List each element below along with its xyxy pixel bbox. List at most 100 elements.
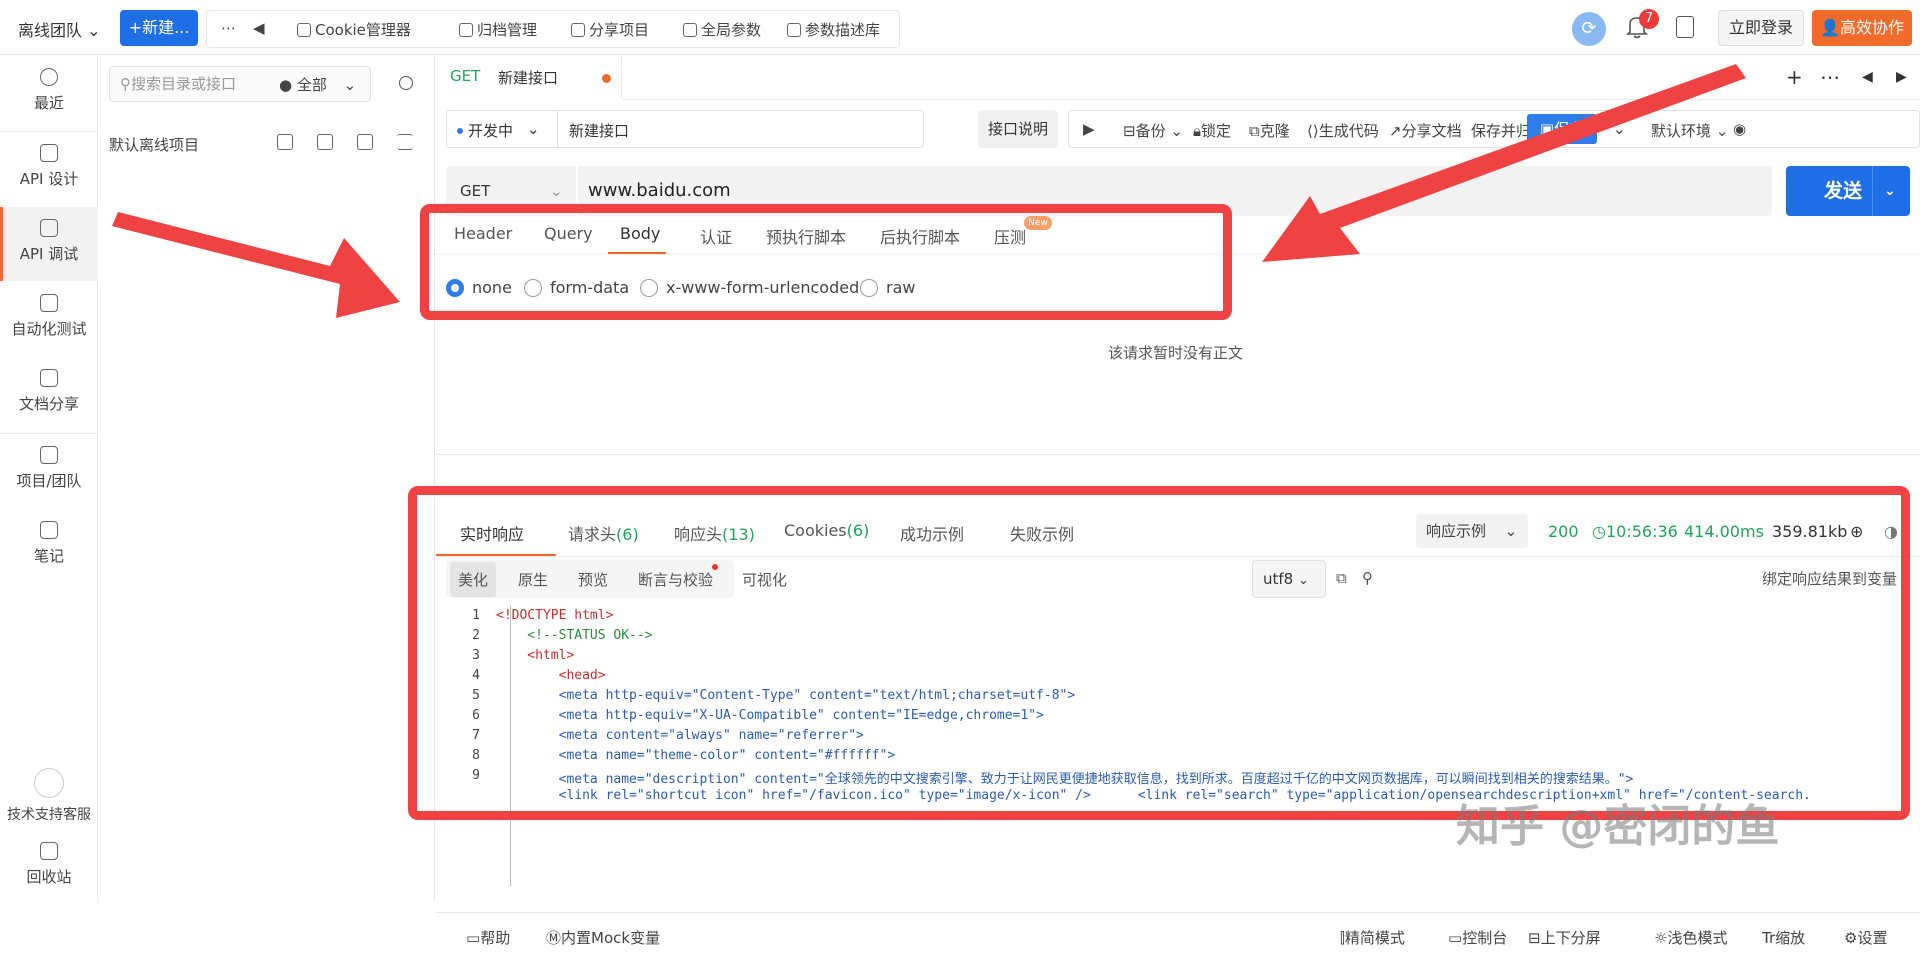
folder-icon xyxy=(40,446,58,464)
project-name[interactable]: 默认离线项目 xyxy=(109,134,199,155)
nav-project-team[interactable]: 项目/团队 xyxy=(0,434,98,508)
tool-global-params[interactable]: 全局参数 xyxy=(683,19,761,40)
nav-doc-share[interactable]: 文档分享 xyxy=(0,357,98,431)
bottom-label: 设置 xyxy=(1857,929,1888,947)
tool-archive[interactable]: 归档管理 xyxy=(459,19,537,40)
login-button[interactable]: 立即登录 xyxy=(1718,10,1804,46)
nav-label: 最近 xyxy=(33,94,64,112)
bottom-bar: ▭帮助 Ⓜ内置Mock变量 ⫿精简模式 ▭控制台 ⊟上下分屏 ☼浅色模式 Tr缩… xyxy=(436,912,1920,958)
link-icon xyxy=(40,219,58,237)
mock-vars-button[interactable]: Ⓜ内置Mock变量 xyxy=(546,927,660,948)
api-desc-button[interactable]: 接口说明 xyxy=(978,110,1058,148)
params-icon xyxy=(683,23,697,37)
more-icon[interactable]: ⋯ xyxy=(221,19,236,37)
method-label: GET xyxy=(460,182,491,200)
lock-button[interactable]: 🔒︎锁定 xyxy=(1193,120,1231,141)
edit-icon xyxy=(40,144,58,162)
back-icon[interactable]: ◀ xyxy=(253,19,265,37)
compact-mode-button[interactable]: ⫿精简模式 xyxy=(1340,927,1405,948)
action-label: 分享文档 xyxy=(1401,122,1462,140)
watermark: 知乎 @密闭的鱼 xyxy=(1456,801,1780,852)
import-icon[interactable] xyxy=(357,134,373,150)
flow-icon xyxy=(40,294,58,312)
gen-code-button[interactable]: ⟨⟩生成代码 xyxy=(1307,120,1379,141)
add-folder-icon[interactable] xyxy=(317,134,333,150)
clone-button[interactable]: ⧉克隆 xyxy=(1249,120,1290,141)
cookie-icon xyxy=(297,23,311,37)
backup-button[interactable]: ⊟备份 ⌄ xyxy=(1123,120,1183,141)
prev-tab-icon[interactable]: ◀ xyxy=(1862,69,1873,85)
search-placeholder: 搜索目录或接口 xyxy=(131,75,237,93)
add-api-icon[interactable] xyxy=(277,134,293,150)
note-icon xyxy=(40,521,58,539)
nav-label: 技术支持客服 xyxy=(7,807,91,823)
chevron-down-icon[interactable]: ⌄ xyxy=(1884,166,1896,216)
more-icon[interactable]: ⋯ xyxy=(1820,65,1840,89)
status-select[interactable]: 开发中 xyxy=(457,120,513,141)
request-name-field[interactable]: 开发中 ⌄ 新建接口 xyxy=(446,110,924,148)
console-button[interactable]: ▭控制台 xyxy=(1448,927,1507,948)
tool-label: 参数描述库 xyxy=(805,21,881,39)
add-tab-icon[interactable]: + xyxy=(1786,65,1803,89)
save-menu-chevron-icon[interactable]: ⌄ xyxy=(1613,120,1626,138)
nav-recycle[interactable]: 回收站 xyxy=(0,836,98,902)
tool-param-library[interactable]: 参数描述库 xyxy=(787,19,880,40)
bottom-label: 控制台 xyxy=(1462,929,1508,947)
light-mode-button[interactable]: ☼浅色模式 xyxy=(1654,927,1727,948)
action-group: ▶ ⊟备份 ⌄ 🔒︎锁定 ⧉克隆 ⟨⟩生成代码 ↗分享文档 保存并归档 ⌄ 默认… xyxy=(1068,110,1920,148)
locate-icon[interactable] xyxy=(399,76,413,90)
tool-share-project[interactable]: 分享项目 xyxy=(571,19,649,40)
bottom-label: 上下分屏 xyxy=(1540,929,1601,947)
save-button[interactable]: ▣保存 xyxy=(1527,114,1597,144)
filter-label: 全部 xyxy=(296,76,327,94)
send-label: 发送 xyxy=(1824,180,1863,202)
nav-recent[interactable]: 最近 xyxy=(0,56,98,130)
run-icon[interactable]: ▶ xyxy=(1083,120,1095,138)
bottom-label: 帮助 xyxy=(480,929,511,947)
request-tab-bar: GET 新建接口 + ⋯ ◀ ▶ xyxy=(436,56,1920,100)
bottom-label: 缩放 xyxy=(1775,929,1806,947)
eye-icon[interactable]: ◉ xyxy=(1733,120,1746,138)
sync-avatar-icon[interactable]: ⟳ xyxy=(1572,12,1606,46)
empty-body-text: 该请求暂时没有正文 xyxy=(1108,344,1244,362)
tree-panel: ⚲搜索目录或接口 ● 全部 ⌄ 默认离线项目 xyxy=(99,56,435,902)
request-name-input[interactable]: 新建接口 xyxy=(569,120,629,141)
tool-label: Cookie管理器 xyxy=(315,21,411,39)
unsaved-dot xyxy=(602,74,611,83)
action-label: 备份 xyxy=(1135,122,1166,140)
nav-support[interactable]: 技术支持客服 xyxy=(0,762,98,832)
nav-label: API 设计 xyxy=(19,170,79,188)
nav-label: 笔记 xyxy=(33,547,64,565)
split-button[interactable]: ⊟上下分屏 xyxy=(1528,927,1601,948)
request-tab[interactable]: GET 新建接口 xyxy=(436,56,622,100)
nav-label: 回收站 xyxy=(26,868,72,886)
tool-label: 全局参数 xyxy=(701,21,762,39)
team-label: 离线团队 xyxy=(18,21,83,40)
collab-button[interactable]: 👤高效协作 xyxy=(1812,10,1912,46)
bottom-label: 内置Mock变量 xyxy=(561,929,661,947)
collapse-icon[interactable] xyxy=(397,134,413,150)
notification-badge: 7 xyxy=(1639,9,1659,29)
settings-button[interactable]: ⚙设置 xyxy=(1844,927,1887,948)
action-label: 生成代码 xyxy=(1318,122,1379,140)
action-label: 克隆 xyxy=(1259,122,1290,140)
help-button[interactable]: ▭帮助 xyxy=(466,927,510,948)
zoom-button[interactable]: Tr缩放 xyxy=(1762,927,1805,948)
tool-cookie-manager[interactable]: Cookie管理器 xyxy=(297,19,411,40)
annotation-box-response xyxy=(408,486,1910,820)
send-button[interactable]: 发送 ⌄ xyxy=(1786,166,1910,216)
filter-select[interactable]: ● 全部 ⌄ xyxy=(279,74,356,95)
new-button[interactable]: +新建... xyxy=(120,10,198,46)
nav-notes[interactable]: 笔记 xyxy=(0,509,98,583)
nav-api-design[interactable]: API 设计 xyxy=(0,132,98,206)
env-select[interactable]: 默认环境 ⌄ xyxy=(1651,120,1728,141)
nav-auto-test[interactable]: 自动化测试 xyxy=(0,282,98,356)
document-icon[interactable] xyxy=(1676,16,1694,38)
nav-api-debug[interactable]: API 调试 xyxy=(0,207,98,281)
share-doc-button[interactable]: ↗分享文档 xyxy=(1389,120,1462,141)
bottom-label: 浅色模式 xyxy=(1667,929,1728,947)
chevron-down-icon: ⌄ xyxy=(343,76,357,94)
team-selector[interactable]: 离线团队 ⌄ xyxy=(18,17,101,41)
toolbar-group: ⋯ ◀ Cookie管理器 归档管理 分享项目 全局参数 参数描述库 xyxy=(206,10,900,48)
next-tab-icon[interactable]: ▶ xyxy=(1896,69,1907,85)
